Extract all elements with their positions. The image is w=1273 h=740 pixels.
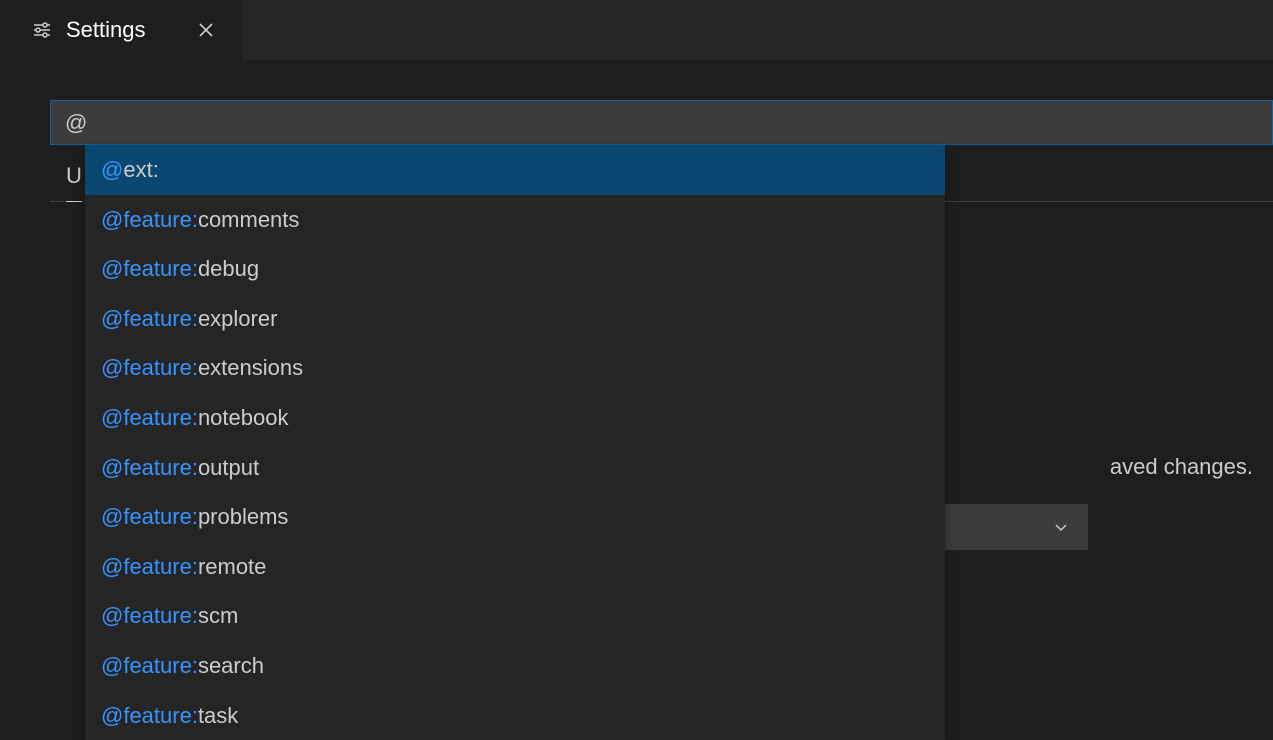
suggestion-item[interactable]: @feature:remote	[85, 542, 945, 592]
suggestion-prefix: @feature:	[101, 355, 198, 380]
suggestion-item[interactable]: @feature:output	[85, 443, 945, 493]
suggestion-label: problems	[198, 504, 288, 529]
suggestions-dropdown: @ext:@feature:comments@feature:debug@fea…	[85, 145, 945, 740]
suggestion-item[interactable]: @feature:debug	[85, 244, 945, 294]
suggestion-item[interactable]: @feature:extensions	[85, 343, 945, 393]
suggestion-label: scm	[198, 603, 238, 628]
suggestion-label: ext:	[123, 157, 158, 182]
suggestion-prefix: @feature:	[101, 256, 198, 281]
suggestion-item[interactable]: @ext:	[85, 145, 945, 195]
settings-editor: U aved changes. @ext:@feature:comments@f…	[0, 60, 1273, 202]
suggestion-prefix: @	[101, 157, 123, 182]
suggestion-label: explorer	[198, 306, 277, 331]
suggestion-label: debug	[198, 256, 259, 281]
suggestion-label: comments	[198, 207, 299, 232]
suggestion-item[interactable]: @feature:explorer	[85, 294, 945, 344]
suggestion-label: search	[198, 653, 264, 678]
chevron-down-icon	[1052, 518, 1070, 536]
scope-user-tab[interactable]: U	[66, 163, 82, 202]
suggestion-prefix: @feature:	[101, 306, 198, 331]
suggestion-label: extensions	[198, 355, 303, 380]
suggestion-label: task	[198, 703, 238, 728]
suggestion-prefix: @feature:	[101, 405, 198, 430]
settings-search-input[interactable]	[50, 100, 1273, 145]
suggestion-prefix: @feature:	[101, 207, 198, 232]
settings-tab[interactable]: Settings	[0, 0, 242, 60]
suggestion-item[interactable]: @feature:problems	[85, 492, 945, 542]
setting-description-fragment: aved changes.	[1110, 454, 1253, 480]
setting-dropdown[interactable]	[943, 504, 1088, 550]
suggestion-item[interactable]: @feature:search	[85, 641, 945, 691]
tab-bar: Settings	[0, 0, 1273, 60]
suggestion-prefix: @feature:	[101, 554, 198, 579]
close-tab-button[interactable]	[190, 14, 222, 46]
suggestion-label: output	[198, 455, 259, 480]
suggestion-prefix: @feature:	[101, 455, 198, 480]
suggestion-item[interactable]: @feature:comments	[85, 195, 945, 245]
suggestion-item[interactable]: @feature:scm	[85, 591, 945, 641]
tab-title: Settings	[66, 17, 146, 43]
suggestion-prefix: @feature:	[101, 703, 198, 728]
suggestion-item[interactable]: @feature:task	[85, 691, 945, 740]
suggestion-prefix: @feature:	[101, 504, 198, 529]
suggestion-item[interactable]: @feature:notebook	[85, 393, 945, 443]
tab-bar-background	[242, 0, 1273, 60]
suggestion-prefix: @feature:	[101, 603, 198, 628]
suggestion-prefix: @feature:	[101, 653, 198, 678]
suggestion-label: notebook	[198, 405, 289, 430]
suggestion-label: remote	[198, 554, 266, 579]
settings-icon	[32, 20, 52, 40]
